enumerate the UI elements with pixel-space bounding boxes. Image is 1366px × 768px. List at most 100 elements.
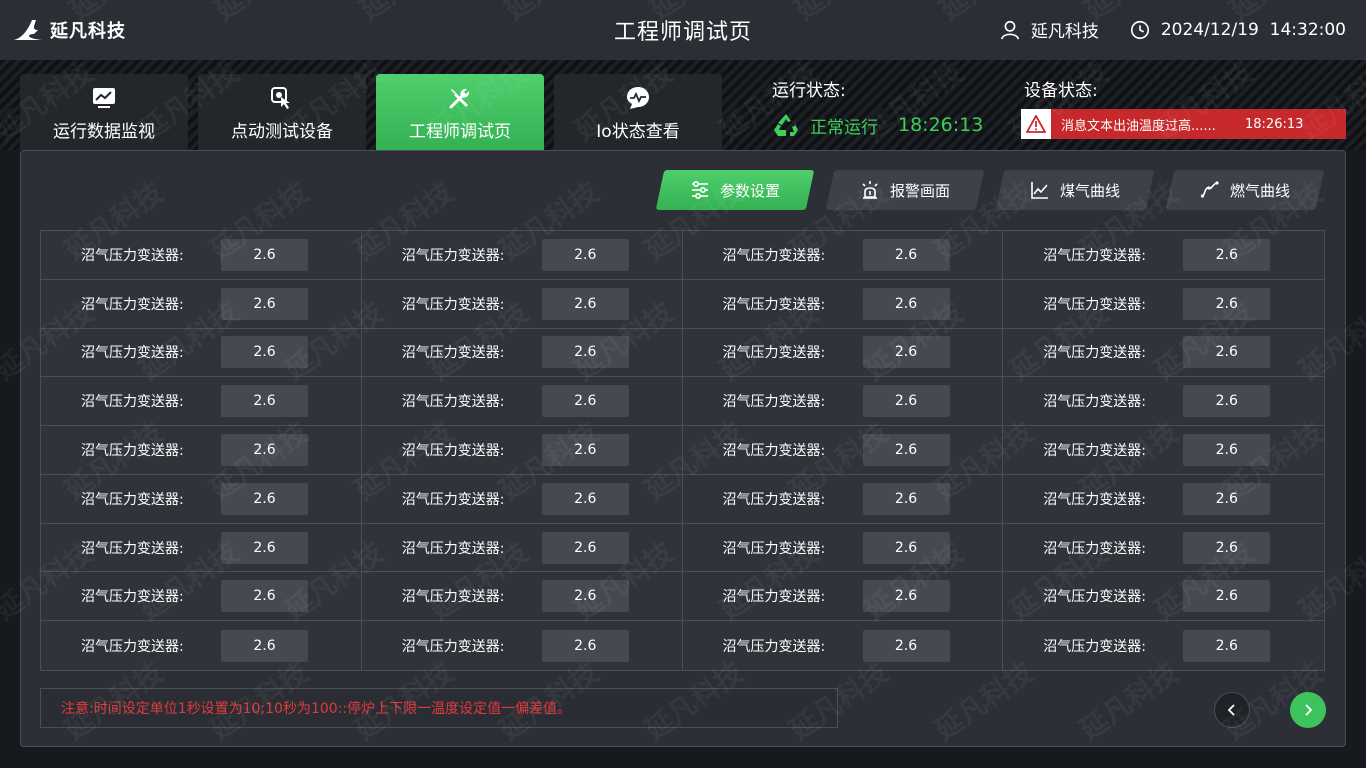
parameter-cell: 沼气压力变送器: 2.6 — [361, 231, 683, 280]
parameter-value-input[interactable]: 2.6 — [1183, 629, 1271, 662]
parameter-value-input[interactable]: 2.6 — [862, 287, 950, 320]
chevron-right-icon — [1305, 704, 1313, 716]
parameter-value-input[interactable]: 2.6 — [541, 482, 629, 515]
parameter-value-input[interactable]: 2.6 — [1183, 433, 1271, 466]
alarm-message: 消息文本出油温度过高...... — [1061, 118, 1216, 134]
parameter-cell: 沼气压力变送器: 2.6 — [361, 377, 683, 427]
touch-test-icon — [271, 87, 290, 109]
line-chart-icon — [1031, 182, 1048, 199]
parameter-label: 沼气压力变送器: — [81, 540, 184, 557]
parameter-value-input[interactable]: 2.6 — [221, 482, 308, 515]
parameter-cell: 沼气压力变送器: 2.6 — [361, 474, 683, 524]
parameter-value-input[interactable]: 2.6 — [541, 385, 629, 418]
parameter-label: 沼气压力变送器: — [81, 589, 184, 606]
parameter-value-input[interactable]: 2.6 — [221, 238, 308, 271]
parameter-value-input[interactable]: 2.6 — [221, 385, 308, 418]
user-icon[interactable] — [999, 19, 1021, 41]
run-status-time: 18:26:13 — [898, 114, 984, 136]
parameter-value-input[interactable]: 2.6 — [1183, 287, 1271, 320]
parameter-value-input[interactable]: 2.6 — [862, 580, 950, 613]
parameter-value-input[interactable]: 2.6 — [862, 531, 950, 564]
sliders-icon — [691, 180, 708, 200]
parameter-label: 沼气压力变送器: — [81, 638, 184, 655]
parameter-value-input[interactable]: 2.6 — [1183, 531, 1271, 564]
parameter-cell: 沼气压力变送器: 2.6 — [361, 572, 683, 622]
tab-runtime-monitor[interactable]: 运行数据监视 — [20, 74, 188, 150]
tab-label: 点动测试设备 — [231, 122, 333, 142]
parameter-cell: 沼气压力变送器: 2.6 — [682, 572, 1004, 622]
watermark-text: 延凡科技 — [1363, 655, 1366, 747]
parameter-value-input[interactable]: 2.6 — [862, 385, 950, 418]
parameter-label: 沼气压力变送器: — [1043, 442, 1146, 459]
parameter-value-input[interactable]: 2.6 — [541, 580, 629, 613]
alarm-time: 18:26:13 — [1245, 116, 1304, 132]
subtab-parameter-settings[interactable]: 参数设置 — [655, 170, 815, 210]
parameter-cell: 沼气压力变送器: 2.6 — [41, 231, 362, 280]
parameter-value-input[interactable]: 2.6 — [862, 629, 950, 662]
parameter-value-input[interactable]: 2.6 — [221, 531, 308, 564]
next-page-button[interactable] — [1290, 692, 1326, 728]
chevron-left-icon — [1227, 704, 1235, 716]
parameter-cell: 沼气压力变送器: 2.6 — [41, 523, 362, 573]
watermark-text: 延凡科技 — [1363, 175, 1366, 267]
parameter-value-input[interactable]: 2.6 — [862, 482, 950, 515]
parameter-value-input[interactable]: 2.6 — [221, 580, 308, 613]
parameter-value-input[interactable]: 2.6 — [221, 336, 308, 369]
parameter-label: 沼气压力变送器: — [1043, 296, 1146, 313]
parameter-label: 沼气压力变送器: — [401, 296, 505, 313]
subtab-label: 煤气曲线 — [1059, 181, 1120, 200]
parameter-label: 沼气压力变送器: — [401, 491, 505, 508]
pulse-chat-icon — [627, 87, 649, 109]
parameter-value-input[interactable]: 2.6 — [1183, 482, 1271, 515]
parameter-value-input[interactable]: 2.6 — [541, 238, 629, 271]
run-status-text: 正常运行 — [810, 117, 878, 138]
parameter-value-input[interactable]: 2.6 — [1183, 580, 1271, 613]
parameter-label: 沼气压力变送器: — [1043, 589, 1146, 606]
parameter-value-input[interactable]: 2.6 — [1183, 238, 1271, 271]
parameter-value-input[interactable]: 2.6 — [862, 238, 950, 271]
subtab-label: 参数设置 — [719, 181, 780, 200]
tab-jog-test[interactable]: 点动测试设备 — [198, 74, 366, 150]
parameter-value-input[interactable]: 2.6 — [862, 433, 950, 466]
parameter-value-input[interactable]: 2.6 — [541, 336, 629, 369]
subtab-natural-gas-curve[interactable]: 燃气曲线 — [1165, 170, 1325, 210]
parameter-value-input[interactable]: 2.6 — [1183, 385, 1271, 418]
parameter-cell: 沼气压力变送器: 2.6 — [1003, 572, 1324, 622]
watermark-text: 延凡科技 — [1363, 415, 1366, 507]
parameter-value-input[interactable]: 2.6 — [541, 531, 629, 564]
parameter-cell: 沼气压力变送器: 2.6 — [361, 426, 683, 475]
tab-label: 工程师调试页 — [409, 122, 511, 142]
parameter-cell: 沼气压力变送器: 2.6 — [682, 377, 1004, 427]
prev-page-button[interactable] — [1214, 692, 1250, 728]
parameter-label: 沼气压力变送器: — [722, 296, 826, 313]
parameter-value-input[interactable]: 2.6 — [221, 433, 308, 466]
subtab-coal-gas-curve[interactable]: 煤气曲线 — [995, 170, 1155, 210]
parameter-label: 沼气压力变送器: — [722, 247, 826, 264]
parameter-value-input[interactable]: 2.6 — [862, 336, 950, 369]
parameter-cell: 沼气压力变送器: 2.6 — [1003, 329, 1324, 378]
parameter-value-input[interactable]: 2.6 — [221, 287, 308, 320]
device-alarm-banner[interactable]: 消息文本出油温度过高...... 18:26:13 — [1021, 109, 1346, 139]
parameter-label: 沼气压力变送器: — [401, 247, 505, 264]
parameter-cell: 沼气压力变送器: 2.6 — [682, 426, 1004, 475]
parameter-cell: 沼气压力变送器: 2.6 — [1003, 621, 1324, 670]
parameter-value-input[interactable]: 2.6 — [541, 629, 629, 662]
parameter-value-input[interactable]: 2.6 — [1183, 336, 1271, 369]
monitor-chart-icon — [93, 88, 115, 108]
tab-io-status[interactable]: Io状态查看 — [554, 74, 722, 150]
device-status-title: 设备状态: — [1024, 81, 1098, 101]
parameter-value-input[interactable]: 2.6 — [221, 629, 308, 662]
parameter-cell: 沼气压力变送器: 2.6 — [41, 279, 362, 329]
parameter-label: 沼气压力变送器: — [722, 638, 826, 655]
parameter-label: 沼气压力变送器: — [81, 345, 184, 362]
tab-label: 运行数据监视 — [53, 122, 155, 142]
parameter-label: 沼气压力变送器: — [722, 345, 826, 362]
alarm-icon-wrap — [1021, 109, 1051, 139]
subtab-alarm-screen[interactable]: 报警画面 — [825, 170, 985, 210]
parameter-value-input[interactable]: 2.6 — [541, 287, 629, 320]
parameter-cell: 沼气压力变送器: 2.6 — [41, 328, 362, 378]
parameter-label: 沼气压力变送器: — [401, 540, 505, 557]
parameter-value-input[interactable]: 2.6 — [541, 433, 629, 466]
tab-engineer-debug[interactable]: 工程师调试页 — [376, 74, 544, 150]
parameter-label: 沼气压力变送器: — [81, 296, 184, 313]
